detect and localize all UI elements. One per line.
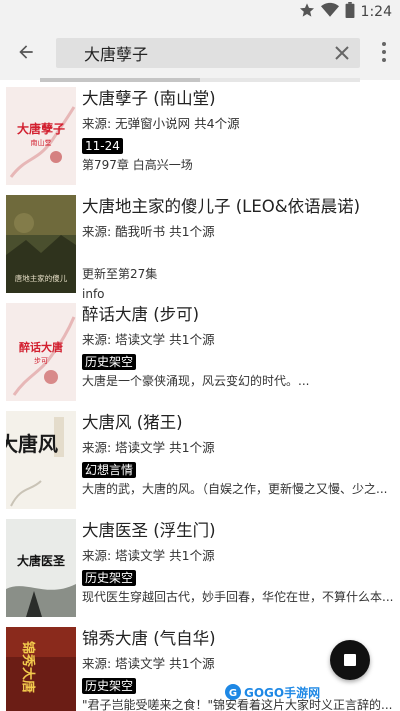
book-source: 来源: 塔读文学 共1个源 [82, 332, 215, 347]
book-title: 大唐医圣 (浮生门) [82, 521, 216, 540]
status-time: 1:24 [360, 4, 392, 20]
book-title: 大唐风 (猪王) [82, 413, 183, 432]
status-bar: 1:24 [0, 0, 400, 24]
book-cover: 大唐孽子 南山堂 [6, 87, 76, 185]
battery-icon [345, 2, 355, 22]
book-title: 大唐孽子 (南山堂) [82, 89, 216, 108]
more-vert-icon [382, 42, 386, 46]
cover-title: 唐地主家的傻儿 [15, 273, 68, 283]
book-cover: 大唐风 [6, 411, 76, 509]
book-item[interactable]: 大唐医圣 大唐医圣 (浮生门) 来源: 塔读文学 共1个源 历史架空 现代医生穿… [0, 514, 400, 622]
book-cover: 唐地主家的傻儿 [6, 195, 76, 293]
book-list[interactable]: 大唐孽子 南山堂 大唐孽子 (南山堂) 来源: 无弹窗小说网 共4个源 11-2… [0, 82, 400, 711]
book-info: 大唐地主家的傻儿子 (LEO&依语晨诺) 来源: 酷我听书 共1个源 更新至第2… [82, 196, 394, 302]
cover-author: 步可 [34, 357, 48, 365]
book-latest-chapter: 更新至第27集 [82, 267, 158, 281]
book-source: 来源: 塔读文学 共1个源 [82, 548, 215, 563]
back-arrow-icon [19, 45, 33, 59]
book-source: 来源: 无弹窗小说网 共4个源 [82, 116, 240, 131]
book-intro: 大唐是一个豪侠涌现，风云变幻的时代。... [82, 374, 310, 388]
book-tag: 11-24 [82, 138, 123, 154]
stop-search-button[interactable] [330, 640, 370, 680]
book-item[interactable]: 大唐风 大唐风 (猪王) 来源: 塔读文学 共1个源 幻想言情 大唐的武，大唐的… [0, 406, 400, 514]
cover-title: 锦秀大唐 [20, 641, 36, 693]
search-input[interactable] [84, 38, 324, 68]
book-source: 来源: 酷我听书 共1个源 [82, 224, 215, 239]
book-item[interactable]: 唐地主家的傻儿 大唐地主家的傻儿子 (LEO&依语晨诺) 来源: 酷我听书 共1… [0, 190, 400, 301]
status-icons: 1:24 [299, 2, 392, 22]
book-item[interactable]: 醉话大唐 步可 醉话大唐 (步可) 来源: 塔读文学 共1个源 历史架空 大唐是… [0, 298, 400, 406]
book-info: 大唐风 (猪王) 来源: 塔读文学 共1个源 幻想言情 大唐的武，大唐的风。（自… [82, 412, 394, 497]
book-title: 醉话大唐 (步可) [82, 305, 200, 324]
cover-author: 南山堂 [31, 138, 52, 147]
book-cover: 醉话大唐 步可 [6, 303, 76, 401]
cover-title: 大唐医圣 [17, 553, 66, 568]
watermark: G GOGO手游网 [224, 683, 332, 701]
cover-title: 大唐孽子 [17, 121, 65, 136]
book-latest-chapter: 第797章 白高兴一场 [82, 158, 193, 172]
clear-icon [335, 46, 349, 60]
cover-title: 醉话大唐 [19, 340, 63, 354]
book-info: 大唐孽子 (南山堂) 来源: 无弹窗小说网 共4个源 11-24 第797章 白… [82, 88, 394, 173]
watermark-text: GOGO手游网 [244, 685, 320, 700]
star-icon [299, 2, 315, 22]
book-info: 大唐医圣 (浮生门) 来源: 塔读文学 共1个源 历史架空 现代医生穿越回古代，… [82, 520, 394, 605]
book-tag: 历史架空 [82, 354, 137, 370]
search-box[interactable] [56, 38, 360, 68]
more-options-button[interactable] [380, 42, 388, 62]
stop-icon [344, 654, 356, 666]
book-cover: 大唐医圣 [6, 519, 76, 617]
book-cover: 锦秀大唐 [6, 627, 76, 711]
book-tag: 历史架空 [82, 678, 137, 694]
book-tag: 幻想言情 [82, 462, 137, 478]
book-info: 醉话大唐 (步可) 来源: 塔读文学 共1个源 历史架空 大唐是一个豪侠涌现，风… [82, 304, 394, 389]
book-source: 来源: 塔读文学 共1个源 [82, 440, 215, 455]
wifi-icon [320, 2, 339, 22]
clear-button[interactable] [332, 43, 352, 63]
svg-text:G: G [229, 688, 237, 699]
book-intro: 现代医生穿越回古代，妙手回春，华佗在世，不算什么本... [82, 590, 394, 604]
book-item[interactable]: 大唐孽子 南山堂 大唐孽子 (南山堂) 来源: 无弹窗小说网 共4个源 11-2… [0, 82, 400, 190]
book-intro: 大唐的武，大唐的风。（自娱之作，更新慢之又慢、少之... [82, 482, 388, 496]
book-tag: 历史架空 [82, 570, 137, 586]
back-button[interactable] [10, 36, 42, 68]
book-title: 大唐地主家的傻儿子 (LEO&依语晨诺) [82, 197, 361, 216]
cover-title: 大唐风 [6, 432, 58, 456]
toolbar [0, 24, 400, 80]
